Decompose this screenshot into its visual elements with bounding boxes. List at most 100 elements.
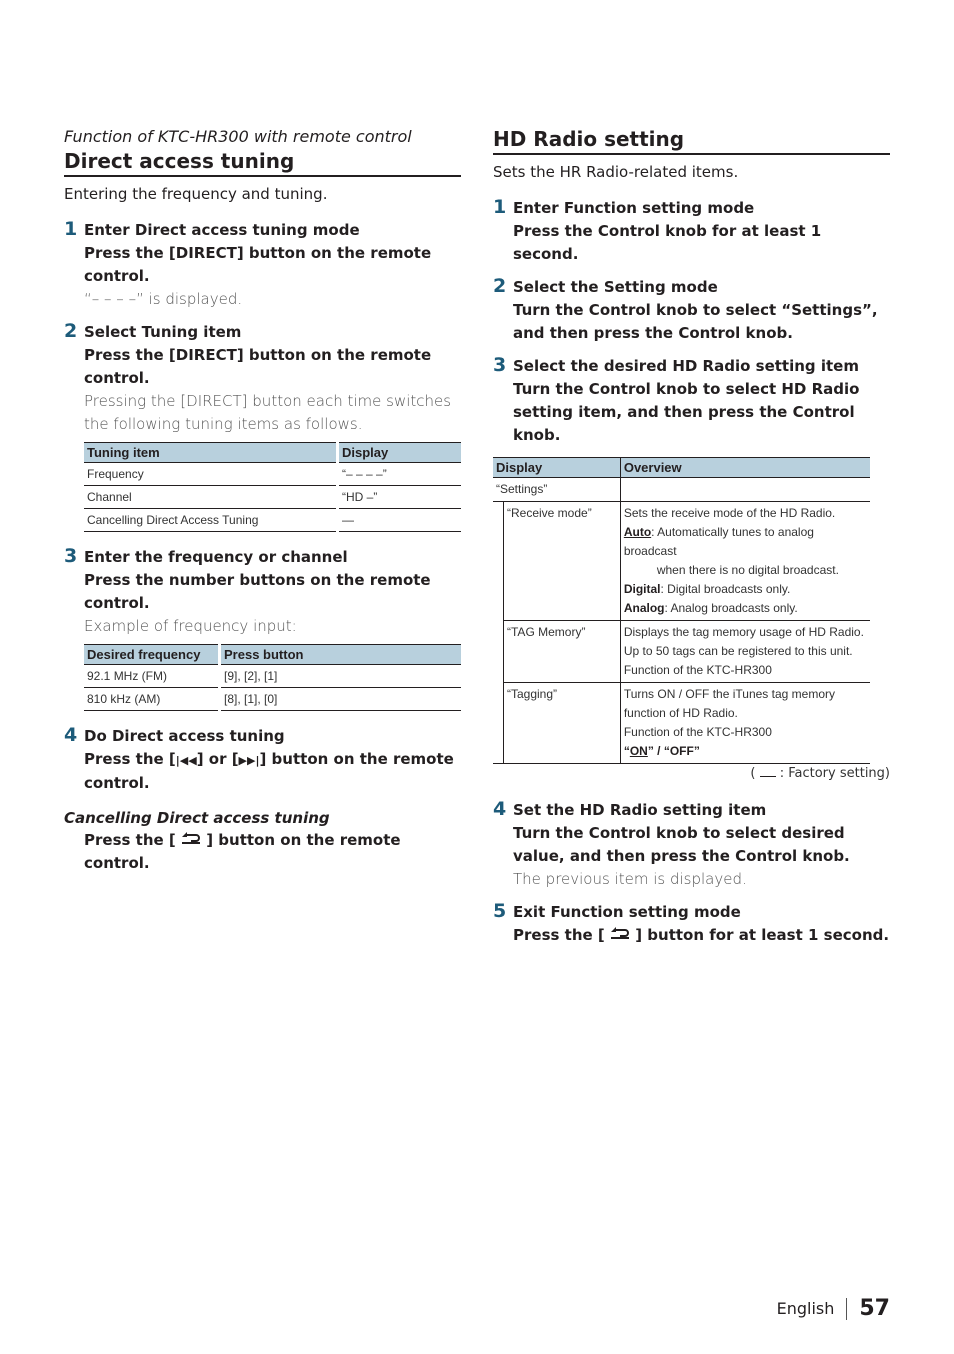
table-indent xyxy=(493,621,504,683)
overview-text: Sets the receive mode of the HD Radio. xyxy=(623,506,836,520)
table-row: Frequency “– – – –” xyxy=(84,462,461,486)
table-cell: “– – – –” xyxy=(336,462,461,486)
step-number: 5 xyxy=(493,900,507,922)
step-number: 2 xyxy=(64,320,78,342)
table-cell: Channel xyxy=(84,485,338,509)
section-intro: Sets the HR Radio-related items. xyxy=(493,163,739,181)
back-icon xyxy=(181,829,201,852)
step-action-text: Press the [ xyxy=(84,750,176,768)
option-auto: Auto: Automatically tunes to analog broa… xyxy=(624,523,867,561)
step-2: 2 Select Tuning item Press the [DIRECT] … xyxy=(64,320,461,532)
table-group-row: “Settings” xyxy=(493,477,870,502)
table-cell: [8], [1], [0] xyxy=(218,687,461,711)
page-footer: English 57 xyxy=(777,1296,890,1321)
note-text: : Factory setting) xyxy=(775,766,890,781)
step-1: 1 Enter Direct access tuning mode Press … xyxy=(64,218,461,311)
table-cell: — xyxy=(336,508,461,532)
table-cell: [9], [2], [1] xyxy=(218,664,461,688)
option-text: when there is no digital broadcast. xyxy=(656,563,839,577)
table-header: Display xyxy=(336,442,461,463)
step-number: 1 xyxy=(64,218,78,240)
table-cell: “HD –” xyxy=(336,485,461,509)
option-label: Auto xyxy=(623,525,652,539)
step-note: Example of frequency input: xyxy=(84,617,297,635)
step-note: The previous item is displayed. xyxy=(513,870,747,888)
step-2: 2 Select the Setting mode Turn the Contr… xyxy=(493,275,890,345)
step-action: Turn the Control knob to select “Setting… xyxy=(513,301,878,342)
option-label: Digital xyxy=(623,582,661,596)
step-number: 4 xyxy=(493,798,507,820)
step-number: 3 xyxy=(64,545,78,567)
step-title: Enter the frequency or channel xyxy=(84,548,348,566)
step-title: Do Direct access tuning xyxy=(84,727,285,745)
step-title: Select Tuning item xyxy=(84,323,242,341)
table-cell: Frequency xyxy=(84,462,338,486)
next-track-icon: ▶▶| xyxy=(238,754,260,767)
table-row: “TAG Memory” Displays the tag memory usa… xyxy=(493,620,870,683)
step-action-text: Press the [ xyxy=(513,926,605,944)
option-label: Analog xyxy=(623,601,665,615)
previous-track-icon: |◀◀ xyxy=(175,754,197,767)
back-icon xyxy=(610,924,630,947)
table-cell: “TAG Memory” xyxy=(503,620,621,683)
table-header: Tuning item xyxy=(84,442,338,463)
table-row: 92.1 MHz (FM) [9], [2], [1] xyxy=(84,664,461,688)
step-action: Turn the Control knob to select HD Radio… xyxy=(513,380,860,444)
section-subtitle: Function of KTC-HR300 with remote contro… xyxy=(64,127,412,146)
table-cell xyxy=(619,477,870,502)
step-4: 4 Do Direct access tuning Press the [|◀◀… xyxy=(64,724,461,795)
step-action-text: ] or [ xyxy=(196,750,239,768)
step-note: Pressing the [DIRECT] button each time s… xyxy=(84,392,452,433)
hd-radio-settings-table: Display Overview “Settings” “Receive mod… xyxy=(493,457,870,764)
option-text: : Analog broadcasts only. xyxy=(664,601,798,615)
overview-text: Function of the KTC-HR300 xyxy=(623,663,772,677)
table-cell: “Receive mode” xyxy=(503,501,621,621)
cancel-heading: Cancelling Direct access tuning xyxy=(64,809,330,827)
table-header: Desired frequency xyxy=(84,644,220,665)
option-text: : Digital broadcasts only. xyxy=(660,582,791,596)
table-row: Cancelling Direct Access Tuning — xyxy=(84,508,461,532)
step-5: 5 Exit Function setting mode Press the [… xyxy=(493,900,890,947)
left-column: Function of KTC-HR300 with remote contro… xyxy=(64,126,461,875)
table-indent xyxy=(493,502,504,621)
cancel-action: Press the [ ] button on the remote contr… xyxy=(64,829,461,875)
option-on: ON xyxy=(629,744,648,758)
table-header: Press button xyxy=(218,644,461,665)
table-header: Display xyxy=(493,457,621,478)
step-action: Press the [|◀◀] or [▶▶|] button on the r… xyxy=(84,748,461,795)
table-cell: 810 kHz (AM) xyxy=(84,687,220,711)
table-cell: Cancelling Direct Access Tuning xyxy=(84,508,338,532)
table-header: Overview xyxy=(619,457,870,478)
step-action: Turn the Control knob to select desired … xyxy=(513,824,850,865)
overview-text: function of HD Radio. xyxy=(623,706,738,720)
underline-marker xyxy=(759,776,776,777)
tagging-options: “ON” / “OFF” xyxy=(624,742,867,761)
step-action: Press the [DIRECT] button on the remote … xyxy=(84,346,432,387)
step-action: Press the Control knob for at least 1 se… xyxy=(513,222,822,263)
section-intro: Entering the frequency and tuning. xyxy=(64,185,328,203)
option-text: : Automatically tunes to analog broadcas… xyxy=(623,525,814,558)
table-row: “Receive mode” Sets the receive mode of … xyxy=(493,501,870,621)
table-row: Channel “HD –” xyxy=(84,485,461,509)
overview-text: Displays the tag memory usage of HD Radi… xyxy=(623,625,864,639)
section-title: HD Radio setting xyxy=(493,126,890,155)
option-digital: Digital: Digital broadcasts only. xyxy=(624,580,867,599)
step-number: 3 xyxy=(493,354,507,376)
overview-text: Function of the KTC-HR300 xyxy=(623,725,772,739)
step-number: 4 xyxy=(64,724,78,746)
overview-text: Turns ON / OFF the iTunes tag memory xyxy=(623,687,835,701)
step-1: 1 Enter Function setting mode Press the … xyxy=(493,196,890,266)
overview-text: Up to 50 tags can be registered to this … xyxy=(623,644,853,658)
frequency-example-table: Desired frequency Press button 92.1 MHz … xyxy=(84,644,461,711)
tuning-item-table: Tuning item Display Frequency “– – – –” … xyxy=(84,442,461,532)
language-label: English xyxy=(776,1299,835,1318)
step-3: 3 Enter the frequency or channel Press t… xyxy=(64,545,461,711)
option-analog: Analog: Analog broadcasts only. xyxy=(624,599,867,618)
step-number: 1 xyxy=(493,196,507,218)
right-column: HD Radio setting Sets the HR Radio-relat… xyxy=(493,126,890,957)
step-action: Press the [DIRECT] button on the remote … xyxy=(84,244,432,285)
step-title: Exit Function setting mode xyxy=(513,903,741,921)
step-4: 4 Set the HD Radio setting item Turn the… xyxy=(493,798,890,891)
table-cell: Displays the tag memory usage of HD Radi… xyxy=(619,620,870,683)
table-indent xyxy=(493,682,504,764)
